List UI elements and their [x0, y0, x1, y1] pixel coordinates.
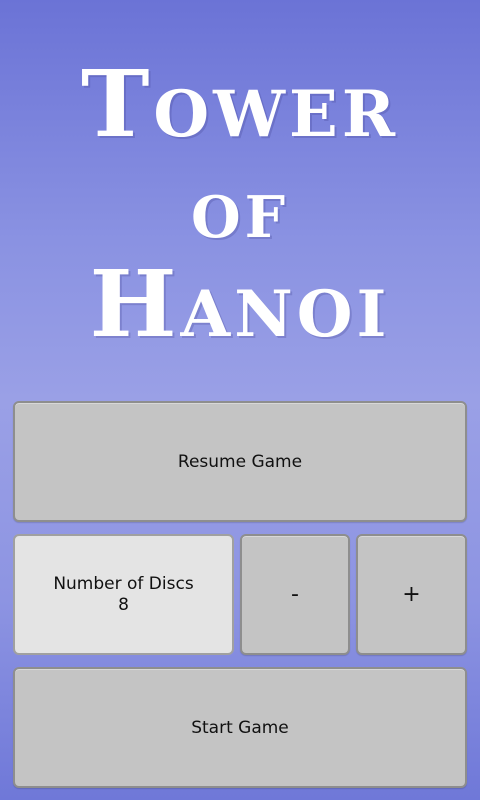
resume-game-label: Resume Game [177, 451, 303, 472]
number-of-discs-value: 8 [118, 594, 129, 615]
number-of-discs-label: Number of Discs [53, 573, 194, 594]
increase-discs-button[interactable]: + [356, 534, 467, 655]
title-hanoi: Hanoi [89, 250, 391, 358]
start-game-button[interactable]: Start Game [13, 667, 467, 788]
increase-discs-label: + [402, 582, 421, 607]
title-tower: Tower [80, 50, 400, 158]
start-game-label: Start Game [191, 717, 289, 738]
decrease-discs-label: - [291, 582, 299, 607]
resume-game-button[interactable]: Resume Game [13, 401, 467, 522]
decrease-discs-button[interactable]: - [240, 534, 350, 655]
title-of: of [190, 161, 290, 257]
number-of-discs-panel: Number of Discs 8 [13, 534, 234, 655]
